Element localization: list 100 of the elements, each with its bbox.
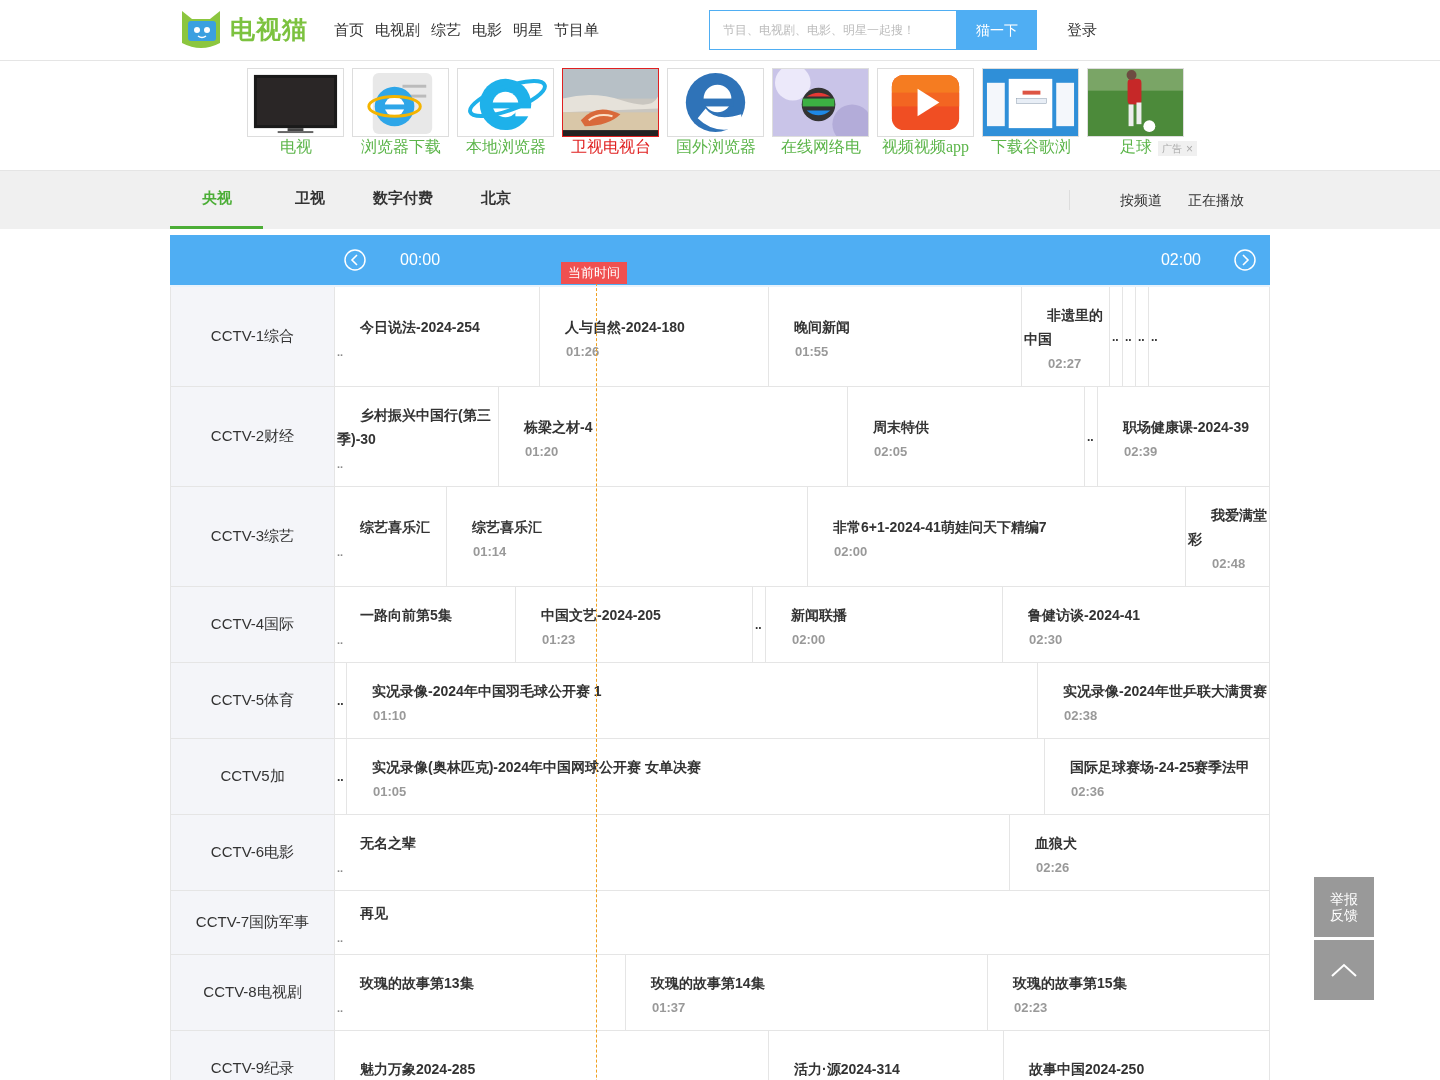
program-time: 01:10 (372, 708, 408, 723)
channel-name[interactable]: CCTV-9纪录 (170, 1031, 334, 1080)
view-link[interactable]: 按频道 (1120, 189, 1162, 211)
ad-label: 本地浏览器 (465, 137, 546, 157)
program-title[interactable]: 新闻联播 (768, 602, 1000, 627)
program-cell[interactable]: .. (752, 587, 765, 662)
program-time: 02:23 (1013, 1000, 1049, 1015)
program-cell[interactable]: .. (1084, 387, 1097, 486)
program-time: 02:30 (1028, 632, 1064, 647)
program-time: 02:00 (791, 632, 827, 647)
ad-label: 在线网络电 (780, 137, 861, 157)
ad-label: 下载谷歌浏 (990, 137, 1071, 157)
channel-name[interactable]: CCTV-4国际 (170, 587, 334, 662)
program-time: 01:55 (794, 344, 830, 359)
channel-tab[interactable]: 北京 (449, 171, 542, 229)
program-title[interactable]: 玫瑰的故事第13集 (337, 970, 623, 995)
program-time: 02:26 (1035, 860, 1071, 875)
program-title[interactable]: 玫瑰的故事第15集 (990, 970, 1267, 995)
program-time: 01:26 (565, 344, 601, 359)
login-link[interactable]: 登录 (1067, 18, 1097, 42)
program-title[interactable]: 综艺喜乐汇 (337, 514, 444, 539)
program-title[interactable]: 人与自然-2024-180 (542, 314, 766, 339)
ad-label: 电视 (279, 137, 312, 157)
channel-name[interactable]: CCTV-6电影 (170, 815, 334, 890)
nav-link[interactable]: 电视剧 (375, 18, 420, 42)
channel-name[interactable]: CCTV-1综合 (170, 287, 334, 386)
program-title[interactable]: 今日说法-2024-254 (337, 314, 537, 339)
program-title[interactable]: 栋梁之材-4 (501, 414, 845, 439)
channel-name[interactable]: CCTV5加 (170, 739, 334, 814)
program-title[interactable]: 故事中国2024-250 (1006, 1056, 1267, 1080)
program-time: 02:00 (833, 544, 869, 559)
channel-name[interactable]: CCTV-7国防军事 (170, 891, 334, 954)
more-marker: .. (337, 456, 344, 471)
ad-label: 足球 (1119, 137, 1152, 157)
program-title[interactable]: 周末特供 (850, 414, 1082, 439)
program-time: 01:37 (651, 1000, 687, 1015)
current-time-label: 当前时间 (561, 262, 627, 284)
program-title[interactable]: 活力·源2024-314 (771, 1056, 1001, 1080)
channel-tab[interactable]: 卫视 (263, 171, 356, 229)
program-cell[interactable]: .. (1148, 287, 1161, 386)
ad-label: 视频视频app (881, 137, 970, 157)
program-title[interactable]: 晚间新闻 (771, 314, 1019, 339)
more-marker: .. (337, 344, 344, 359)
program-time: 02:05 (873, 444, 909, 459)
previous-icon[interactable] (344, 249, 366, 271)
program-time: 02:27 (1047, 356, 1083, 371)
more-marker: .. (337, 632, 344, 647)
channel-name[interactable]: CCTV-8电视剧 (170, 955, 334, 1030)
program-title[interactable]: 中国文艺-2024-205 (518, 602, 750, 627)
more-marker: .. (337, 860, 344, 875)
program-time: 02:36 (1070, 784, 1106, 799)
program-title[interactable]: 我爱满堂彩 (1188, 502, 1267, 551)
program-time: 02:38 (1063, 708, 1099, 723)
more-marker: .. (337, 1000, 344, 1015)
program-cell[interactable]: .. (334, 663, 346, 738)
program-cell[interactable]: .. (1135, 287, 1148, 386)
program-cell[interactable]: .. (334, 739, 346, 814)
program-title[interactable]: 无名之辈 (337, 830, 1007, 855)
program-cell[interactable]: .. (1122, 287, 1135, 386)
nav-link[interactable]: 首页 (334, 18, 364, 42)
ad-label: 国外浏览器 (675, 137, 756, 157)
end-time: 02:00 (1160, 250, 1201, 270)
ad-label: 浏览器下载 (360, 137, 441, 157)
ad-label: 卫视电视台 (570, 137, 651, 157)
program-time: 02:48 (1211, 556, 1247, 571)
program-cell[interactable]: .. (1109, 287, 1122, 386)
program-title[interactable]: 实况录像-2024年中国羽毛球公开赛 1 (349, 678, 1035, 703)
program-title[interactable]: 鲁健访谈-2024-41 (1005, 602, 1267, 627)
channel-name[interactable]: CCTV-2财经 (170, 387, 334, 486)
program-title[interactable]: 一路向前第5集 (337, 602, 513, 627)
program-time: 01:05 (372, 784, 408, 799)
channel-name[interactable]: CCTV-3综艺 (170, 487, 334, 586)
program-time: 01:20 (524, 444, 560, 459)
nav-link[interactable]: 节目单 (554, 18, 599, 42)
ad-badge-label: 广告 (1162, 143, 1182, 154)
program-title[interactable]: 乡村振兴中国行(第三季)-30 (337, 402, 496, 451)
start-time: 00:00 (400, 250, 441, 270)
more-marker: .. (337, 544, 344, 559)
program-time: 02:39 (1123, 444, 1159, 459)
program-title[interactable]: 综艺喜乐汇 (449, 514, 805, 539)
program-time: 01:14 (472, 544, 508, 559)
program-title[interactable]: 血狼犬 (1012, 830, 1267, 855)
program-title[interactable]: 玫瑰的故事第14集 (628, 970, 985, 995)
program-title[interactable]: 非常6+1-2024-41萌娃问天下精编7 (810, 514, 1183, 539)
view-link[interactable]: 正在播放 (1188, 189, 1244, 211)
nav-link[interactable]: 综艺 (431, 18, 461, 42)
program-title[interactable]: 再见 (337, 900, 1267, 925)
channel-tab[interactable]: 数字付费 (356, 171, 449, 229)
next-icon[interactable] (1234, 249, 1256, 271)
nav-link[interactable]: 电影 (472, 18, 502, 42)
nav-link[interactable]: 明星 (513, 18, 543, 42)
channel-name[interactable]: CCTV-5体育 (170, 663, 334, 738)
program-title[interactable]: 实况录像-2024年世乒联大满贯赛 (1040, 678, 1267, 703)
program-title[interactable]: 国际足球赛场-24-25赛季法甲 (1047, 754, 1267, 779)
more-marker: .. (337, 930, 344, 945)
back-to-top-button[interactable] (1314, 940, 1374, 1000)
program-title[interactable]: 魅力万象2024-285 (337, 1056, 766, 1080)
program-title[interactable]: 非遗里的中国 (1024, 302, 1107, 351)
program-title[interactable]: 职场健康课-2024-39 (1100, 414, 1267, 439)
program-time: 01:23 (541, 632, 577, 647)
